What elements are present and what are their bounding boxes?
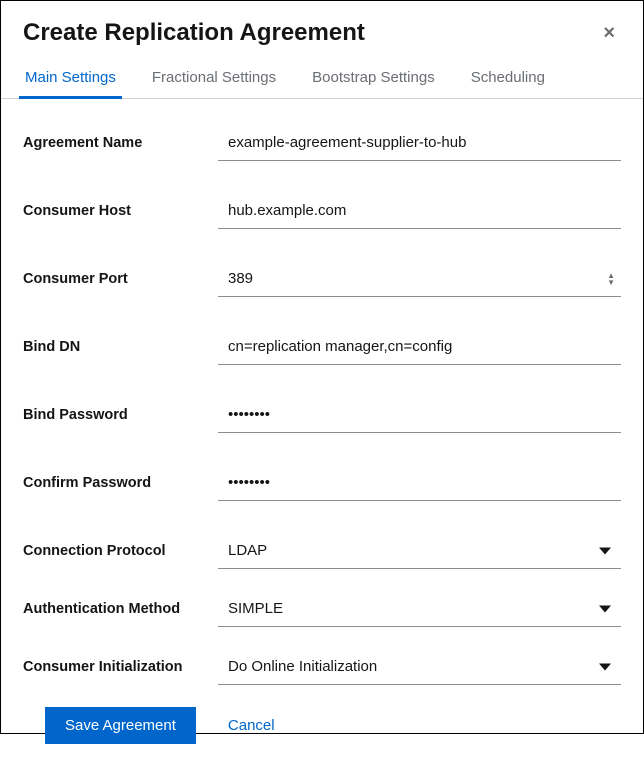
agreement-name-input[interactable]: [218, 125, 621, 161]
close-icon[interactable]: ×: [597, 20, 621, 47]
label-bind-password: Bind Password: [23, 407, 218, 423]
row-authentication-method: Authentication Method: [23, 591, 621, 627]
row-consumer-host: Consumer Host: [23, 193, 621, 229]
row-consumer-initialization: Consumer Initialization: [23, 649, 621, 685]
tab-bootstrap-settings[interactable]: Bootstrap Settings: [310, 59, 437, 98]
confirm-password-input[interactable]: [218, 465, 621, 501]
label-consumer-initialization: Consumer Initialization: [23, 659, 218, 675]
authentication-method-select[interactable]: [218, 591, 621, 627]
row-agreement-name: Agreement Name: [23, 125, 621, 161]
bind-password-input[interactable]: [218, 397, 621, 433]
tab-main-settings[interactable]: Main Settings: [23, 59, 118, 98]
dialog-header: Create Replication Agreement ×: [1, 1, 643, 59]
connection-protocol-select[interactable]: [218, 533, 621, 569]
consumer-initialization-value[interactable]: [218, 649, 621, 685]
tabs: Main Settings Fractional Settings Bootst…: [1, 59, 643, 99]
authentication-method-value[interactable]: [218, 591, 621, 627]
label-bind-dn: Bind DN: [23, 339, 218, 355]
row-connection-protocol: Connection Protocol: [23, 533, 621, 569]
connection-protocol-value[interactable]: [218, 533, 621, 569]
cancel-button[interactable]: Cancel: [224, 709, 279, 742]
row-bind-dn: Bind DN: [23, 329, 621, 365]
row-consumer-port: Consumer Port ▲ ▼: [23, 261, 621, 297]
row-bind-password: Bind Password: [23, 397, 621, 433]
label-authentication-method: Authentication Method: [23, 601, 218, 617]
row-confirm-password: Confirm Password: [23, 465, 621, 501]
consumer-host-input[interactable]: [218, 193, 621, 229]
label-confirm-password: Confirm Password: [23, 475, 218, 491]
bind-dn-input[interactable]: [218, 329, 621, 365]
label-consumer-port: Consumer Port: [23, 271, 218, 287]
port-spinner[interactable]: ▲ ▼: [607, 272, 615, 286]
consumer-port-input[interactable]: [218, 261, 621, 297]
dialog-footer: Save Agreement Cancel: [23, 707, 621, 744]
label-connection-protocol: Connection Protocol: [23, 543, 218, 559]
dialog-title: Create Replication Agreement: [23, 19, 365, 47]
consumer-initialization-select[interactable]: [218, 649, 621, 685]
tab-scheduling[interactable]: Scheduling: [469, 59, 547, 98]
chevron-down-icon: ▼: [607, 279, 615, 286]
form-body: Agreement Name Consumer Host Consumer Po…: [1, 99, 643, 764]
tab-fractional-settings[interactable]: Fractional Settings: [150, 59, 278, 98]
label-agreement-name: Agreement Name: [23, 135, 218, 151]
save-agreement-button[interactable]: Save Agreement: [45, 707, 196, 744]
label-consumer-host: Consumer Host: [23, 203, 218, 219]
